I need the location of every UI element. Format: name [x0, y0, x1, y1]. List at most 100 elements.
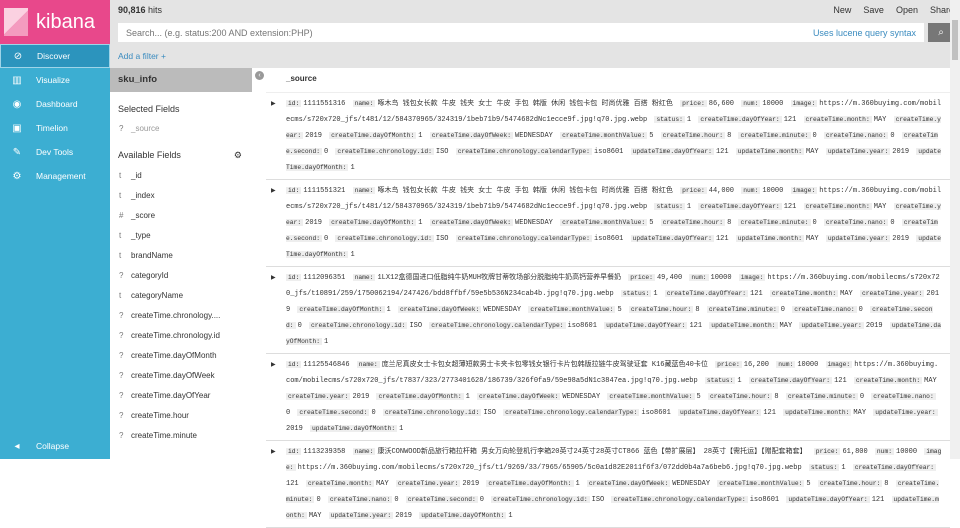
field-value: 1 — [653, 290, 658, 298]
index-pattern[interactable]: sku_info — [110, 68, 252, 92]
open-button[interactable]: Open — [896, 5, 918, 15]
field-value: 8 — [695, 306, 700, 314]
field-name: _id — [131, 170, 142, 180]
save-button[interactable]: Save — [863, 5, 884, 15]
field-value: https://m.360buyimg.com/mobilecms/s720x7… — [297, 464, 802, 472]
field-key: createTime.hour: — [660, 132, 726, 139]
new-button[interactable]: New — [833, 5, 851, 15]
field-key: createTime.monthValue: — [560, 132, 648, 139]
field-value: 49,400 — [656, 274, 683, 282]
scrollbar-thumb[interactable] — [952, 20, 958, 60]
column-header-source: _source — [286, 74, 317, 83]
field-value: 5 — [696, 393, 701, 401]
expand-arrow-icon[interactable]: ▶ — [271, 183, 276, 198]
wrench-icon: ✎ — [12, 146, 22, 158]
field-key: createTime.hour: — [817, 480, 883, 487]
field-value: MAY — [806, 235, 819, 243]
field-item[interactable]: ? createTime.dayOfWeek — [110, 365, 252, 385]
field-key: createTime.dayOfYear: — [664, 290, 749, 297]
field-key: updateTime.year: — [799, 322, 864, 329]
field-item[interactable]: ? _source — [110, 118, 252, 138]
field-key: status: — [808, 464, 840, 471]
hits-number: 90,816 — [118, 5, 146, 15]
field-key: createTime.dayOfYear: — [698, 203, 782, 210]
field-value: 0 — [859, 393, 865, 401]
field-key: status: — [704, 377, 736, 384]
selected-fields-heading: Selected Fields — [118, 104, 180, 114]
field-value: 康沃CONWOOD新品旅行箱拉杆箱 男女万向轮登机行李箱20英寸24英寸28英寸… — [377, 448, 807, 456]
field-value: 0 — [371, 409, 376, 417]
nav-item-dashboard[interactable]: ◉ Dashboard — [0, 92, 110, 116]
field-item[interactable]: ? createTime.dayOfMonth — [110, 345, 252, 365]
field-item[interactable]: ? createTime.hour — [110, 405, 252, 425]
field-item[interactable]: t brandName — [110, 245, 252, 265]
field-type-icon: ? — [119, 123, 124, 133]
nav-item-timelion[interactable]: ▣ Timelion — [0, 116, 110, 140]
field-key: id: — [286, 361, 302, 368]
collapse-button[interactable]: ◂ Collapse — [0, 434, 110, 458]
expand-arrow-icon[interactable]: ▶ — [271, 357, 276, 372]
field-item[interactable]: t categoryName — [110, 285, 252, 305]
field-value: 121 — [715, 148, 729, 156]
field-item[interactable]: t _index — [110, 185, 252, 205]
field-value: 2019 — [305, 219, 322, 227]
field-type-icon: ? — [119, 330, 124, 340]
field-value: 0 — [780, 306, 785, 314]
field-value: 5 — [649, 132, 654, 140]
field-name: _score — [131, 210, 156, 220]
nav-item-discover[interactable]: ⊘ Discover — [0, 44, 110, 68]
field-value: 44,000 — [708, 187, 734, 195]
document-row: ▶ id: 1112096351 name: 1LX12盒德国进口低脂纯牛奶MUH牧牌… — [266, 267, 950, 354]
field-key: num: — [741, 100, 761, 107]
scrollbar[interactable] — [950, 0, 960, 459]
nav-item-label: Timelion — [36, 123, 68, 133]
field-item[interactable]: ? createTime.minute — [110, 425, 252, 445]
field-key: createTime.hour: — [628, 306, 694, 313]
field-item[interactable]: ? createTime.chronology.... — [110, 305, 252, 325]
field-item[interactable]: ? categoryId — [110, 265, 252, 285]
field-key: name: — [352, 187, 376, 194]
field-value: iso8601 — [567, 322, 597, 330]
nav-item-label: Dev Tools — [36, 147, 74, 157]
field-key: price: — [628, 274, 655, 281]
field-type-icon: ? — [119, 350, 124, 360]
field-key: updateTime.year: — [825, 235, 891, 242]
expand-arrow-icon[interactable]: ▶ — [271, 270, 276, 285]
add-filter-link[interactable]: Add a filter + — [118, 51, 166, 61]
nav-item-management[interactable]: ⚙ Management — [0, 164, 110, 188]
field-key: createTime.dayOfMonth: — [329, 219, 417, 226]
field-key: updateTime.dayOfYear: — [630, 235, 714, 242]
field-item[interactable]: ? createTime.dayOfYear — [110, 385, 252, 405]
field-key: id: — [286, 187, 302, 194]
lucene-syntax-link[interactable]: Uses lucene query syntax — [813, 28, 916, 38]
field-type-icon: # — [119, 210, 124, 220]
field-value: iso8601 — [593, 148, 624, 156]
field-value: 1 — [575, 480, 580, 488]
field-key: createTime.dayOfYear: — [852, 464, 937, 471]
field-value: ISO — [435, 148, 449, 156]
collapse-sidebar-button[interactable]: ‹ — [255, 71, 264, 80]
expand-arrow-icon[interactable]: ▶ — [271, 96, 276, 111]
top-bar: 90,816 hits New Save Open Share Uses luc… — [110, 0, 960, 68]
field-item[interactable]: t _id — [110, 165, 252, 185]
expand-arrow-icon[interactable]: ▶ — [271, 444, 276, 459]
nav-item-visualize[interactable]: ▥ Visualize — [0, 68, 110, 92]
kibana-logo[interactable]: kibana — [0, 0, 110, 44]
field-key: updateTime.year: — [873, 409, 938, 416]
field-value: 2019 — [462, 480, 480, 488]
search-input[interactable] — [126, 27, 600, 38]
nav-item-dev-tools[interactable]: ✎ Dev Tools — [0, 140, 110, 164]
field-item[interactable]: t _type — [110, 225, 252, 245]
field-key: updateTime.year: — [328, 512, 394, 519]
field-value: 2019 — [865, 322, 883, 330]
field-key: name: — [356, 361, 380, 368]
field-item[interactable]: ? createTime.chronology.id — [110, 325, 252, 345]
field-type-icon: ? — [119, 310, 124, 320]
field-type-icon: ? — [119, 390, 124, 400]
field-key: createTime.month: — [803, 203, 872, 210]
field-value: 1 — [418, 132, 423, 140]
gear-icon[interactable]: ⚙ — [234, 150, 242, 161]
field-value: WEDNESDAY — [672, 480, 711, 488]
field-value: 0 — [324, 235, 329, 243]
field-item[interactable]: # _score — [110, 205, 252, 225]
